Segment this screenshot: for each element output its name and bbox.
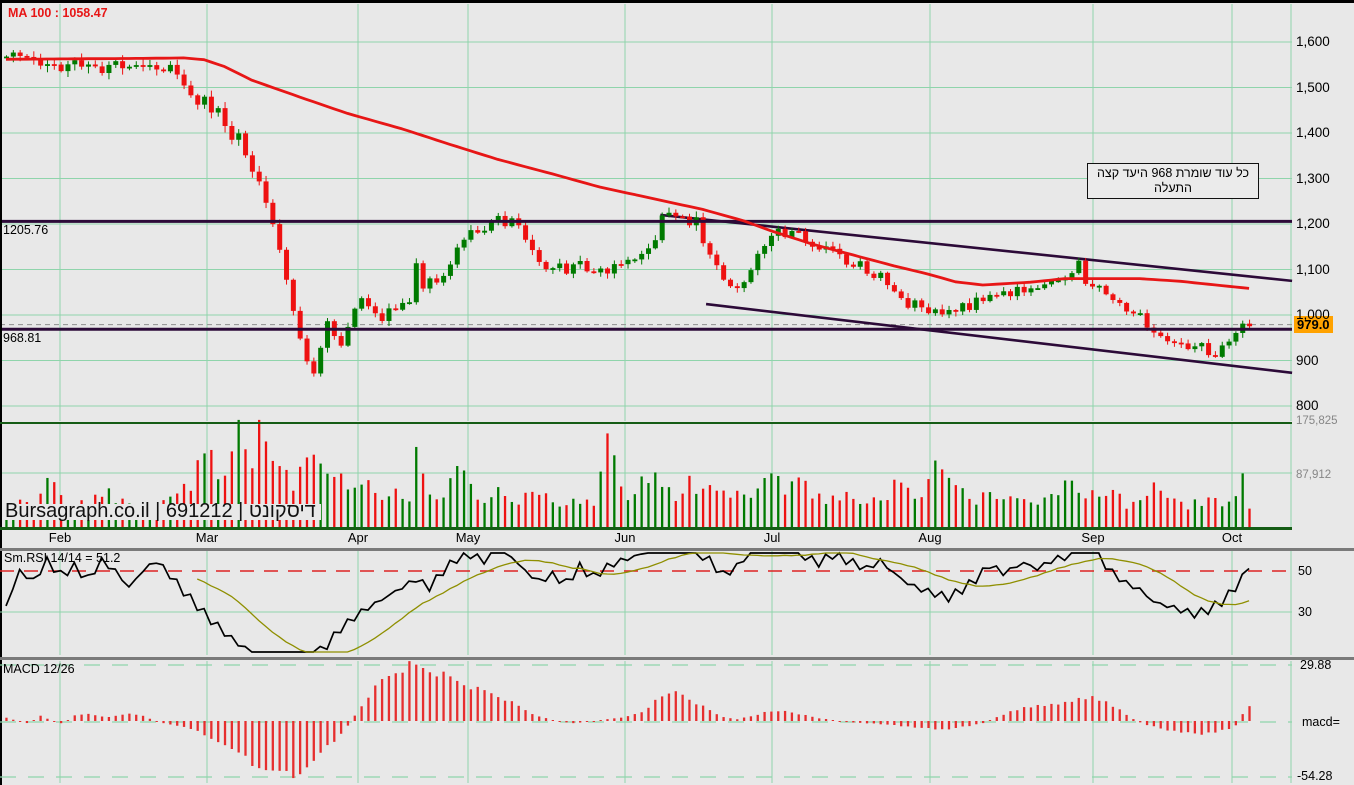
macd-label: MACD 12/26 — [3, 662, 75, 676]
month-label-jun: Jun — [614, 530, 636, 545]
annotation-box: כל עוד שומרת 968 היעד קצה התעלה — [1087, 163, 1259, 199]
month-label-sep: Sep — [1081, 530, 1105, 545]
resistance-level-label: 1205.76 — [3, 223, 49, 237]
volume-axis-label: 175,825 — [1296, 414, 1338, 427]
month-label-oct: Oct — [1221, 530, 1243, 545]
price-axis-label: 900 — [1296, 352, 1319, 368]
month-label-jul: Jul — [763, 530, 781, 545]
rsi-30-label: 30 — [1298, 605, 1312, 619]
watermark: Bursagraph.co.il | 691212 | דיסקונט — [3, 501, 321, 521]
month-label-feb: Feb — [48, 530, 72, 545]
gridlines — [0, 4, 1292, 783]
rsi-panel — [0, 551, 1292, 653]
month-label-apr: Apr — [347, 530, 369, 545]
macd-value-label: macd= — [1302, 715, 1340, 729]
rsi-50-label: 50 — [1298, 564, 1312, 578]
rsi-signal-line — [196, 552, 1250, 653]
ma100-value-label: MA 100 : 1058.47 — [8, 6, 108, 20]
month-label-mar: Mar — [195, 530, 219, 545]
channel-lower-line — [705, 302, 1293, 375]
price-levels — [0, 219, 1292, 331]
price-axis-label: 1,300 — [1296, 170, 1330, 186]
macd-panel — [0, 661, 1292, 779]
price-axis-label: 1,200 — [1296, 216, 1330, 231]
month-label-aug: Aug — [918, 530, 942, 545]
annotation-line2: התעלה — [1154, 181, 1192, 195]
panel-separators — [0, 0, 1354, 785]
price-axis-label: 1,500 — [1296, 79, 1330, 95]
rsi-label: Sm.RSI 14/14 = 51.2 — [4, 551, 121, 565]
bursagraph-chart-window: MA 100 : 1058.47 1205.76 968.81 כל עוד ש… — [0, 0, 1354, 785]
volume-axis-label: 87,912 — [1296, 469, 1332, 481]
price-axis-label: 1,400 — [1296, 125, 1330, 140]
price-axis-label: 800 — [1296, 398, 1319, 413]
macd-max-label: 29.88 — [1300, 658, 1332, 672]
price-axis-label: 1,600 — [1296, 34, 1330, 49]
price-axis-label: 1,100 — [1296, 261, 1330, 277]
support-level-label: 968.81 — [3, 331, 42, 345]
month-label-may: May — [455, 530, 481, 545]
candlesticks — [4, 50, 1253, 377]
macd-min-label: -54.28 — [1297, 769, 1333, 783]
price-axis-label: 1,000 — [1296, 307, 1330, 322]
annotation-line1: כל עוד שומרת 968 היעד קצה — [1097, 166, 1249, 180]
chart-canvas — [0, 0, 1354, 785]
